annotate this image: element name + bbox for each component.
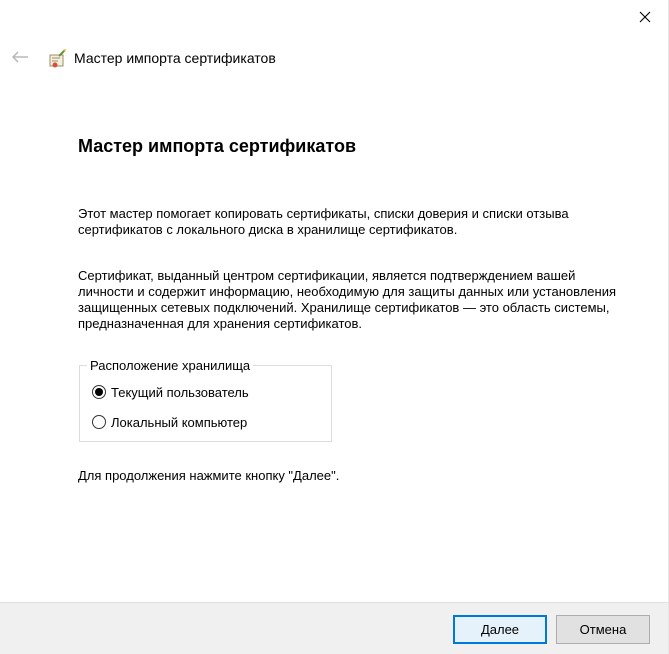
radio-button-selected[interactable] — [92, 385, 106, 399]
title-bar — [0, 0, 668, 38]
close-icon — [639, 10, 651, 28]
radio-current-user-label: Текущий пользователь — [111, 384, 249, 400]
radio-local-machine-label: Локальный компьютер — [111, 414, 248, 430]
continue-instruction: Для продолжения нажмите кнопку "Далее". — [78, 468, 340, 483]
radio-local-machine[interactable]: Локальный компьютер — [92, 413, 247, 431]
close-button[interactable] — [622, 0, 668, 38]
back-button[interactable] — [10, 50, 30, 68]
wizard-title: Мастер импорта сертификатов — [74, 50, 276, 66]
radio-dot — [95, 388, 103, 396]
back-arrow-icon — [11, 50, 29, 69]
certificate-description-paragraph: Сертификат, выданный центром сертификаци… — [78, 268, 617, 331]
cancel-button[interactable]: Отмена — [556, 615, 650, 644]
page-heading: Мастер импорта сертификатов — [78, 136, 357, 156]
certificate-import-wizard-window: Мастер импорта сертификатов Мастер импор… — [0, 0, 669, 654]
wizard-nav-row: Мастер импорта сертификатов — [0, 40, 668, 78]
store-location-legend: Расположение хранилища — [87, 358, 254, 373]
intro-paragraph: Этот мастер помогает копировать сертифик… — [78, 206, 569, 237]
radio-current-user[interactable]: Текущий пользователь — [92, 383, 249, 401]
radio-button-unselected[interactable] — [92, 415, 106, 429]
certificate-wizard-icon — [47, 48, 69, 70]
next-button[interactable]: Далее — [453, 615, 547, 644]
store-location-group: Расположение хранилища Текущий пользоват… — [79, 358, 332, 442]
wizard-footer: Далее Отмена — [0, 602, 668, 654]
